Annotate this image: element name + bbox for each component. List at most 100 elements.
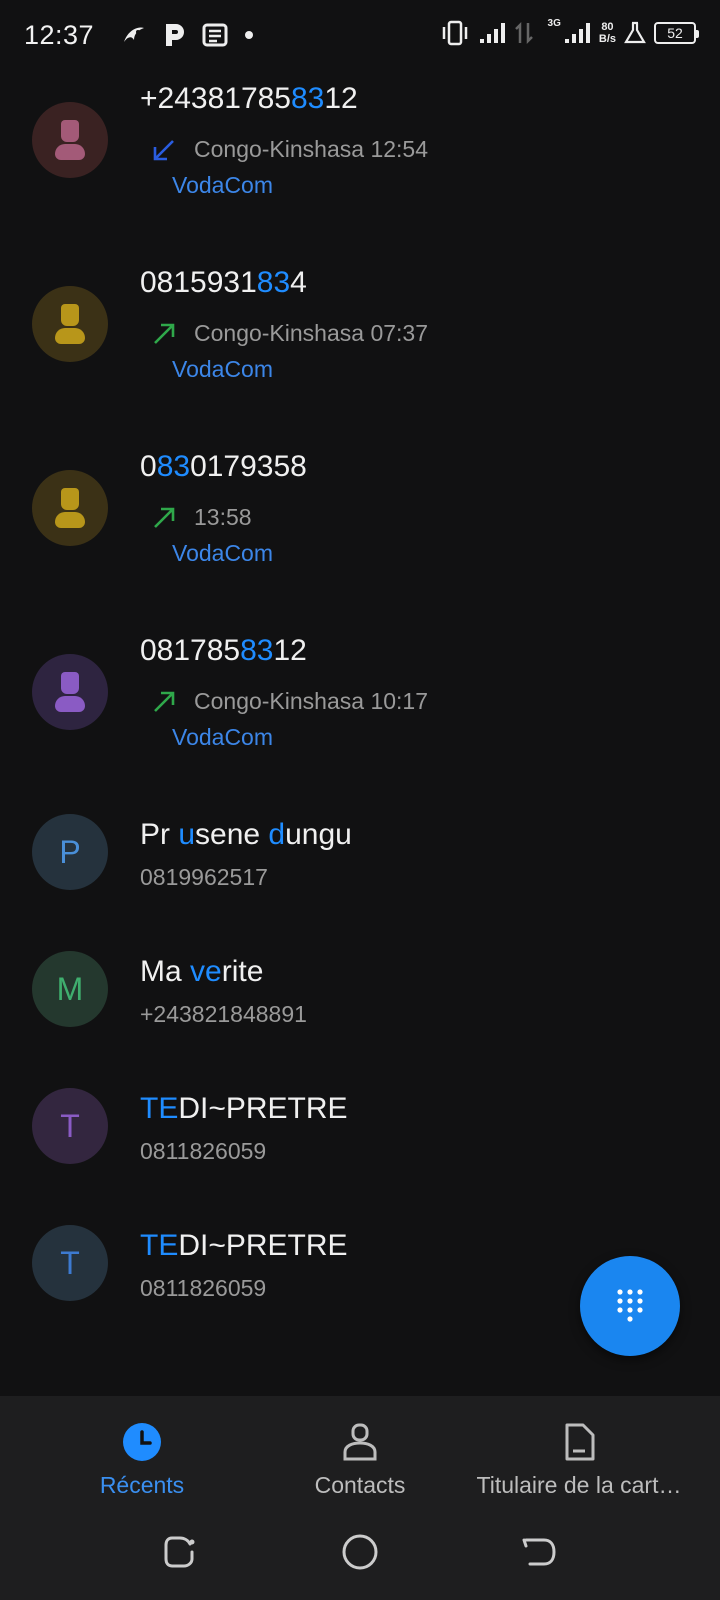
call-location-time: 13:58 [194, 504, 252, 530]
contact-number: 0811826059 [140, 1138, 267, 1164]
tab-recents-label: Récents [99, 1472, 185, 1498]
net-speed-unit: B/s [598, 33, 616, 45]
status-time: 12:37 [24, 20, 95, 50]
contact-name: Pr usene dungu [140, 818, 352, 852]
outgoing-call-arrow-icon [154, 691, 175, 712]
name-text: 0815931 [140, 266, 257, 299]
news-icon [202, 23, 228, 47]
name-text: 4 [290, 266, 307, 299]
contact-number: 0819962517 [140, 864, 268, 890]
call-location-time: Congo-Kinshasa 10:17 [194, 688, 428, 714]
tab-recents[interactable]: Récents [80, 1396, 204, 1512]
call-detail: 13:58 [150, 504, 252, 531]
contact-name: TEDI~PRETRE [140, 1229, 348, 1263]
vibrate-icon [442, 20, 467, 46]
bottom-nav: Récents Contacts Titulaire de la cart… [0, 1396, 720, 1512]
call-log-row[interactable]: 0830179358 13:58 VodaCom [0, 440, 720, 624]
name-match-highlight: 83 [240, 634, 274, 667]
incoming-call-arrow-icon [153, 139, 174, 160]
contact-name: 0815931834 [140, 266, 307, 300]
name-match-highlight: 83 [156, 450, 191, 483]
avatar[interactable] [32, 102, 108, 178]
dot-icon [245, 31, 253, 39]
person-icon [53, 488, 87, 528]
bird-app-icon [124, 27, 144, 42]
name-text: +24381785 [140, 82, 291, 115]
name-text: sene [195, 818, 269, 851]
contact-row[interactable]: T TEDI~PRETRE 0811826059 [0, 1088, 720, 1225]
name-text: 0 [140, 450, 157, 483]
contact-row[interactable]: P Pr usene dungu 0819962517 [0, 814, 720, 951]
dialpad-icon [617, 1289, 643, 1322]
outgoing-call-arrow-icon [154, 323, 175, 344]
avatar[interactable]: P [32, 814, 108, 890]
name-text: ungu [285, 818, 352, 851]
name-text: 0179358 [190, 450, 307, 483]
avatar[interactable]: M [32, 951, 108, 1027]
back-button[interactable] [520, 1532, 560, 1572]
tab-contacts-label: Contacts [314, 1472, 406, 1498]
call-location-time: Congo-Kinshasa 12:54 [194, 136, 428, 162]
call-log-row[interactable]: +243817858312 Congo-Kinshasa 12:54 VodaCom [0, 72, 720, 256]
data-transfer-icon [514, 21, 533, 45]
call-detail: Congo-Kinshasa 12:54 [150, 136, 428, 163]
contact-name: 0817858312 [140, 634, 307, 668]
battery-icon: 52 [654, 22, 699, 44]
tab-contacts[interactable]: Contacts [296, 1396, 424, 1512]
contact-number: +243821848891 [140, 1001, 307, 1027]
net-speed: 80 B/s [599, 21, 616, 45]
contact-number: 0811826059 [140, 1275, 267, 1301]
contact-name: 0830179358 [140, 450, 307, 484]
name-match-highlight: TE [140, 1229, 179, 1262]
signal-icon-2 [564, 23, 590, 43]
p-app-icon [166, 24, 184, 46]
carrier-label: VodaCom [172, 356, 274, 382]
name-text: 12 [273, 634, 307, 667]
dialpad-button[interactable] [580, 1256, 680, 1356]
avatar[interactable] [32, 654, 108, 730]
name-text: 12 [324, 82, 358, 115]
avatar-letter: P [59, 833, 81, 870]
call-detail: Congo-Kinshasa 07:37 [150, 320, 428, 347]
contact-row[interactable]: M Ma verite +243821848891 [0, 951, 720, 1088]
clock-icon [123, 1423, 161, 1461]
carrier-label: VodaCom [172, 540, 274, 566]
tab-sim-holder[interactable]: Titulaire de la cart… [466, 1396, 692, 1512]
call-log-row[interactable]: 0815931834 Congo-Kinshasa 07:37 VodaCom [0, 256, 720, 440]
person-icon [53, 120, 87, 160]
outgoing-call-arrow-icon [154, 507, 175, 528]
network-type: 3G [547, 17, 561, 29]
flask-icon [624, 21, 646, 44]
avatar[interactable] [32, 470, 108, 546]
name-match-highlight: u [178, 818, 196, 851]
name-match-highlight: 83 [291, 82, 325, 115]
name-text: rite [221, 955, 264, 988]
name-text: Pr [140, 818, 179, 851]
carrier-label: VodaCom [172, 724, 274, 750]
contact-name: +243817858312 [140, 82, 358, 116]
signal-icon-1 [479, 23, 505, 43]
avatar-letter: T [60, 1107, 80, 1144]
name-text: DI~PRETRE [178, 1092, 348, 1125]
net-speed-value: 80 [601, 21, 614, 33]
status-left-icons [120, 22, 254, 48]
sim-card-icon [565, 1423, 595, 1461]
name-match-highlight: d [268, 818, 286, 851]
tab-sim-holder-label: Titulaire de la cart… [476, 1472, 682, 1498]
contact-name: TEDI~PRETRE [140, 1092, 348, 1126]
avatar[interactable] [32, 286, 108, 362]
call-location-time: Congo-Kinshasa 07:37 [194, 320, 428, 346]
call-log-row[interactable]: 0817858312 Congo-Kinshasa 10:17 VodaCom [0, 624, 720, 808]
avatar-letter: T [60, 1244, 80, 1281]
status-right-icons: 3G 80 B/s 52 [440, 17, 699, 46]
avatar[interactable]: T [32, 1225, 108, 1301]
call-detail: Congo-Kinshasa 10:17 [150, 688, 428, 715]
avatar[interactable]: T [32, 1088, 108, 1164]
recent-apps-button[interactable] [160, 1532, 200, 1572]
name-text: 081785 [140, 634, 241, 667]
contact-person-icon [343, 1423, 377, 1461]
contact-name: Ma verite [140, 955, 263, 989]
status-bar: 12:37 3G 80 B/s 52 [0, 0, 720, 72]
home-button[interactable] [340, 1532, 380, 1572]
name-match-highlight: ve [190, 955, 222, 988]
